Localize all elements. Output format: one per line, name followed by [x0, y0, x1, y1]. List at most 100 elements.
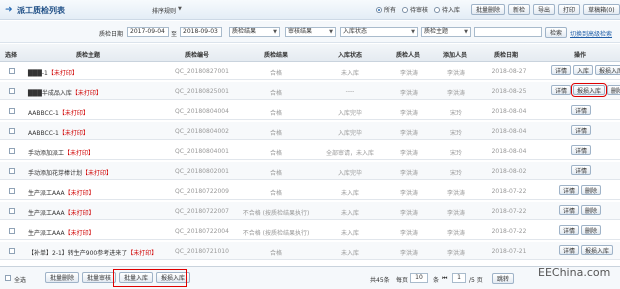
row-action-button[interactable]: 详情	[559, 205, 580, 215]
subject-text[interactable]: AABBCC-1	[28, 110, 59, 117]
row-action-button[interactable]: 报损入库	[571, 83, 608, 97]
keyword-input[interactable]	[474, 27, 542, 37]
row-checkbox[interactable]	[9, 208, 15, 214]
subject-text[interactable]: 生产派工AAA	[28, 230, 65, 237]
row-action-button[interactable]: 详情	[559, 185, 580, 195]
row-action-button[interactable]: 详情	[571, 125, 592, 135]
print-status-tag: 【未打印】	[47, 70, 78, 77]
per-page-select[interactable]: 10	[410, 273, 428, 283]
subject-text[interactable]: ███-1	[28, 70, 48, 77]
subject-text[interactable]: AABBCC-1	[28, 130, 59, 137]
page-total: /5 页	[469, 277, 483, 284]
batch-delete-button[interactable]: 批量删除	[45, 272, 80, 283]
result-select[interactable]: 质检结果 ▼	[229, 27, 280, 37]
row-checkbox[interactable]	[9, 68, 15, 74]
subject-cell[interactable]: 生产派工AAA【未打印】	[28, 188, 95, 197]
row-action-button[interactable]: 详情	[571, 165, 592, 175]
subject-cell[interactable]: 手动添加派工【未打印】	[28, 148, 94, 157]
row-action-button[interactable]: 详情	[559, 225, 580, 235]
col-select: 选择	[5, 52, 18, 59]
export-button[interactable]: 导出	[533, 4, 556, 15]
subject-text[interactable]: 手动添加派工	[28, 150, 64, 157]
date-to-label: 至	[171, 31, 178, 38]
subject-cell[interactable]: 生产派工AAA【未打印】	[28, 228, 95, 237]
radio-dot[interactable]	[402, 6, 409, 13]
col-inspector[interactable]: 质检人员	[396, 50, 420, 59]
radio-label: 待审核	[410, 7, 429, 14]
subject-text[interactable]: 生产派工AAA	[28, 190, 65, 197]
jump-button[interactable]: 跳转	[492, 273, 515, 284]
inspector-cell: 李洪涛	[399, 150, 418, 157]
subject-cell[interactable]: 生产派工AAA【未打印】	[28, 208, 95, 217]
subject-cell[interactable]: ███半成品入库【未打印】	[28, 88, 102, 97]
result-cell: 合格	[269, 190, 282, 197]
search-button[interactable]: 检索	[545, 27, 568, 38]
chevron-down-icon[interactable]: ▼	[178, 6, 182, 12]
radio-all[interactable]: 所有	[376, 5, 396, 14]
subject-select[interactable]: 质检主题 ▼	[421, 27, 471, 37]
row-actions: 详情	[571, 125, 592, 135]
subject-text[interactable]: 生产派工AAA	[28, 210, 65, 217]
subject-cell[interactable]: 手动添加花芽棒计划【未打印】	[28, 168, 112, 177]
chevron-down-icon: ▼	[329, 29, 333, 35]
row-checkbox[interactable]	[9, 88, 15, 94]
subject-text[interactable]: ███半成品入库	[28, 90, 72, 97]
sort-rule-dropdown[interactable]: 排序规则	[152, 6, 176, 15]
first-page-icon[interactable]: ⏮	[442, 275, 447, 283]
row-checkbox[interactable]	[9, 228, 15, 234]
row-action-button[interactable]: 报损入库	[581, 245, 614, 255]
date-from-input[interactable]: 2017-09-04	[127, 27, 169, 37]
radio-dot[interactable]	[434, 6, 441, 13]
page-input[interactable]: 1	[452, 273, 466, 283]
col-adder[interactable]: 添加人员	[443, 50, 467, 59]
subject-cell[interactable]: AABBCC-1【未打印】	[28, 108, 89, 117]
row-actions: 详情 删除	[559, 225, 602, 235]
row-action-button[interactable]: 详情	[559, 245, 580, 255]
row-action-button[interactable]: 详情	[571, 105, 592, 115]
row-action-button[interactable]: 详情	[551, 85, 572, 95]
row-action-button[interactable]: 删除	[581, 185, 602, 195]
batch-delete-button[interactable]: 批量删除	[471, 4, 506, 15]
row-action-button[interactable]: 详情	[551, 65, 572, 75]
select-all-checkbox[interactable]	[5, 275, 11, 281]
row-action-button[interactable]: 详情	[571, 145, 592, 155]
row-action-button[interactable]: 入库	[573, 65, 594, 75]
print-button[interactable]: 打印	[558, 4, 581, 15]
new-inspection-button[interactable]: 新检	[508, 4, 531, 15]
advanced-search-link[interactable]: 切换到高级检索	[570, 29, 612, 38]
subject-text[interactable]: 【补单】2-1】转生产900参考进来了	[28, 250, 127, 257]
row-checkbox[interactable]	[9, 108, 15, 114]
col-date[interactable]: 质检日期	[494, 50, 518, 59]
row-checkbox[interactable]	[9, 168, 15, 174]
radio-label: 待入库	[442, 7, 461, 14]
row-action-button[interactable]: 删除	[581, 225, 602, 235]
date-to-input[interactable]: 2018-09-03	[180, 27, 222, 37]
arrow-right-icon: ➜	[5, 4, 13, 15]
row-checkbox[interactable]	[9, 248, 15, 254]
code-cell: QC_20180722007	[175, 208, 229, 215]
subject-cell[interactable]: 【补单】2-1】转生产900参考进来了【未打印】	[28, 248, 157, 257]
radio-pending-stock[interactable]: 待入库	[434, 5, 460, 14]
stock-select[interactable]: 入库状态 ▼	[340, 27, 418, 37]
print-status-tag: 【未打印】	[82, 170, 113, 177]
col-stock[interactable]: 入库状态	[338, 50, 362, 59]
col-code[interactable]: 质检编号	[185, 50, 209, 59]
row-action-button[interactable]: 删除	[607, 85, 620, 95]
radio-dot[interactable]	[376, 6, 382, 13]
row-action-button[interactable]: 报损入库	[595, 65, 620, 75]
row-checkbox[interactable]	[9, 148, 15, 154]
drafts-button[interactable]: 草稿箱(0)	[583, 4, 620, 15]
stock-cell: 未入库	[340, 190, 359, 197]
row-checkbox[interactable]	[9, 188, 15, 194]
batch-audit-button[interactable]: 批量审核	[82, 272, 117, 283]
radio-pending-audit[interactable]: 待审核	[402, 5, 428, 14]
audit-select[interactable]: 审核结果 ▼	[285, 27, 336, 37]
row-action-button[interactable]: 删除	[581, 205, 602, 215]
subject-cell[interactable]: ███-1【未打印】	[28, 68, 78, 77]
table-row: AABBCC-1【未打印】 QC_20180804002 合格 入库完毕 李洪涛 宋玲 20…	[0, 122, 620, 140]
col-result[interactable]: 质检结果	[264, 50, 288, 59]
total-count: 共45条	[370, 277, 390, 284]
subject-text[interactable]: 手动添加花芽棒计划	[28, 170, 82, 177]
subject-cell[interactable]: AABBCC-1【未打印】	[28, 128, 89, 137]
row-checkbox[interactable]	[9, 128, 15, 134]
